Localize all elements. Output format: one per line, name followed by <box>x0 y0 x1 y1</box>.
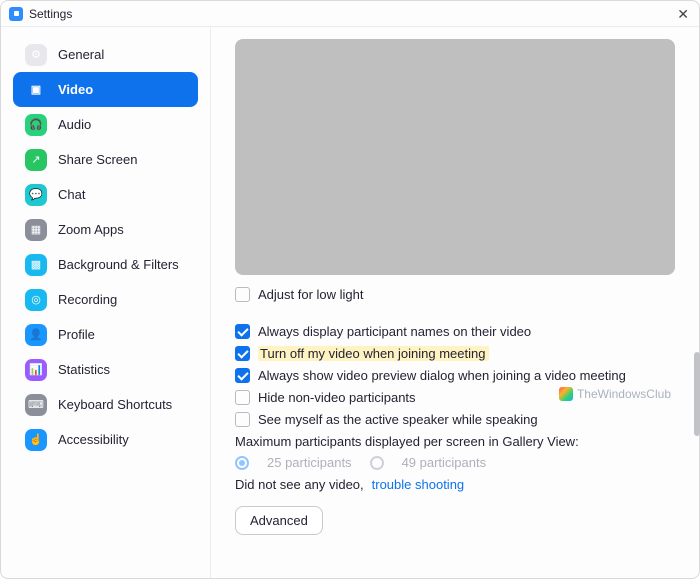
option-row: Always show video preview dialog when jo… <box>235 368 675 383</box>
recording-icon: ◎ <box>25 289 47 311</box>
option-label: See myself as the active speaker while s… <box>258 412 538 427</box>
checkbox[interactable] <box>235 412 250 427</box>
titlebar: Settings ✕ <box>1 1 699 27</box>
sidebar-item-label: Profile <box>58 327 95 342</box>
video-preview <box>235 39 675 275</box>
share-screen-icon: ↗ <box>25 149 47 171</box>
max-participants-radio-group: 25 participants 49 participants <box>235 455 675 470</box>
checkbox[interactable] <box>235 390 250 405</box>
keyboard-shortcuts-icon: ⌨ <box>25 394 47 416</box>
radio-25-label: 25 participants <box>267 455 352 470</box>
accessibility-icon: ☝ <box>25 429 47 451</box>
window-title: Settings <box>29 7 72 21</box>
sidebar-item-label: Audio <box>58 117 91 132</box>
sidebar-item-label: General <box>58 47 104 62</box>
option-row: Turn off my video when joining meeting <box>235 346 675 361</box>
option-row: See myself as the active speaker while s… <box>235 412 675 427</box>
sidebar-item-chat[interactable]: 💬 Chat <box>13 177 198 212</box>
option-label: Hide non-video participants <box>258 390 416 405</box>
zoom-apps-icon: ▦ <box>25 219 47 241</box>
checkbox[interactable] <box>235 368 250 383</box>
audio-icon: 🎧 <box>25 114 47 136</box>
sidebar-item-label: Keyboard Shortcuts <box>58 397 172 412</box>
sidebar-item-share-screen[interactable]: ↗ Share Screen <box>13 142 198 177</box>
sidebar-item-label: Statistics <box>58 362 110 377</box>
no-video-text: Did not see any video, <box>235 477 364 492</box>
sidebar-item-background-filters[interactable]: ▩ Background & Filters <box>13 247 198 282</box>
option-label: Always display participant names on thei… <box>258 324 531 339</box>
max-participants-label: Maximum participants displayed per scree… <box>235 434 579 449</box>
sidebar-item-video[interactable]: ▣ Video <box>13 72 198 107</box>
sidebar-item-label: Chat <box>58 187 85 202</box>
watermark-icon <box>559 387 573 401</box>
no-video-row: Did not see any video, trouble shooting <box>235 477 675 492</box>
video-icon: ▣ <box>25 79 47 101</box>
sidebar-item-zoom-apps[interactable]: ▦ Zoom Apps <box>13 212 198 247</box>
sidebar-item-label: Zoom Apps <box>58 222 124 237</box>
advanced-button[interactable]: Advanced <box>235 506 323 535</box>
sidebar-item-profile[interactable]: 👤 Profile <box>13 317 198 352</box>
checkbox[interactable] <box>235 346 250 361</box>
option-row: Always display participant names on thei… <box>235 324 675 339</box>
profile-icon: 👤 <box>25 324 47 346</box>
sidebar-item-statistics[interactable]: 📊 Statistics <box>13 352 198 387</box>
sidebar-item-label: Accessibility <box>58 432 129 447</box>
background-filters-icon: ▩ <box>25 254 47 276</box>
sidebar-item-general[interactable]: ⚙ General <box>13 37 198 72</box>
content-pane: Adjust for low light Always display part… <box>211 27 699 578</box>
sidebar-item-label: Recording <box>58 292 117 307</box>
sidebar-item-recording[interactable]: ◎ Recording <box>13 282 198 317</box>
radio-49-label: 49 participants <box>402 455 487 470</box>
watermark-text: TheWindowsClub <box>577 387 671 401</box>
sidebar-item-audio[interactable]: 🎧 Audio <box>13 107 198 142</box>
settings-window: Settings ✕ ⚙ General ▣ Video 🎧 Audio ↗ Share Sc… <box>0 0 700 579</box>
sidebar-item-label: Background & Filters <box>58 257 179 272</box>
troubleshoot-link[interactable]: trouble shooting <box>372 477 465 492</box>
gear-icon: ⚙ <box>25 44 47 66</box>
close-icon[interactable]: ✕ <box>677 7 689 21</box>
radio-49-participants[interactable] <box>370 456 384 470</box>
option-label: Always show video preview dialog when jo… <box>258 368 626 383</box>
sidebar-item-accessibility[interactable]: ☝ Accessibility <box>13 422 198 457</box>
checkbox[interactable] <box>235 324 250 339</box>
chat-icon: 💬 <box>25 184 47 206</box>
radio-25-participants[interactable] <box>235 456 249 470</box>
sidebar-item-label: Video <box>58 82 93 97</box>
option-label: Turn off my video when joining meeting <box>258 346 489 361</box>
sidebar-item-keyboard-shortcuts[interactable]: ⌨ Keyboard Shortcuts <box>13 387 198 422</box>
zoom-app-icon <box>9 7 23 21</box>
scrollbar-thumb[interactable] <box>694 352 700 436</box>
max-participants-label-row: Maximum participants displayed per scree… <box>235 434 675 449</box>
checkbox-adjust-low-light[interactable] <box>235 287 250 302</box>
watermark: TheWindowsClub <box>559 387 671 401</box>
label-adjust-low-light: Adjust for low light <box>258 287 364 302</box>
statistics-icon: 📊 <box>25 359 47 381</box>
sidebar-item-label: Share Screen <box>58 152 138 167</box>
option-adjust-low-light: Adjust for low light <box>235 287 675 302</box>
sidebar: ⚙ General ▣ Video 🎧 Audio ↗ Share Screen 💬 Chat ▦ Z… <box>1 27 211 578</box>
